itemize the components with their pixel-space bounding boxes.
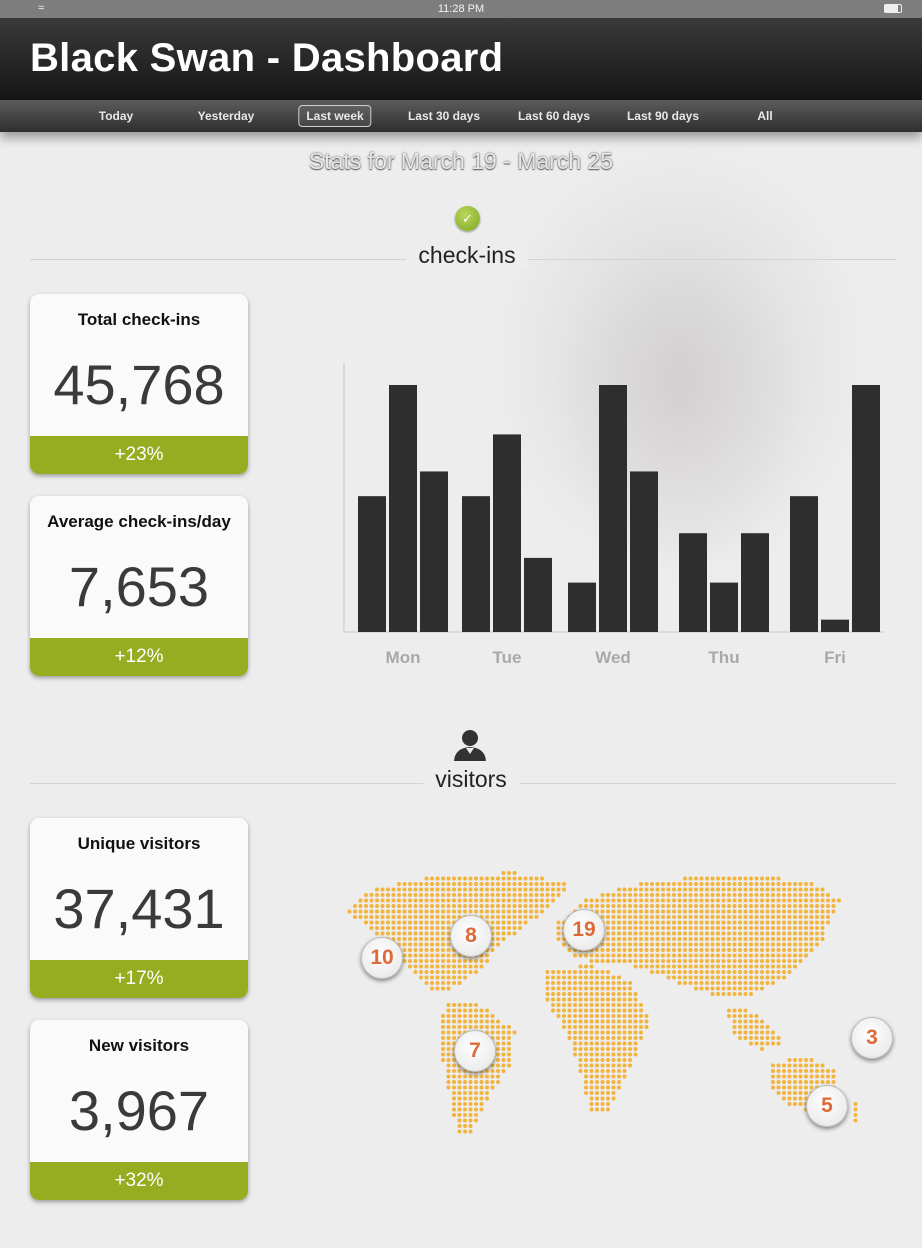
map-pin-australia[interactable]: 5: [806, 1085, 848, 1127]
x-tick-label: Thu: [708, 648, 739, 667]
visitors-section-label: visitors: [423, 766, 519, 793]
date-range-title: Stats for March 19 - March 25: [308, 148, 614, 174]
card-value: 37,431: [53, 877, 225, 940]
map-pin-north-america-east[interactable]: 8: [450, 915, 492, 957]
map-pin-europe[interactable]: 19: [563, 909, 605, 951]
card-change: +32%: [30, 1162, 248, 1200]
header: Black Swan - Dashboard: [0, 18, 922, 102]
status-time: 11:28 PM: [437, 3, 485, 15]
chart-bar: [524, 557, 552, 632]
chart-bar: [630, 471, 658, 632]
chart-bar: [710, 582, 738, 632]
tab-last-week[interactable]: Last week: [298, 105, 372, 127]
chart-bar: [790, 496, 818, 632]
chart-bar: [420, 471, 448, 632]
chart-bar: [389, 385, 417, 632]
x-tick-label: Fri: [824, 648, 846, 667]
card-change: +17%: [30, 960, 248, 998]
wifi-icon: ≈: [38, 2, 45, 14]
card-change: +12%: [30, 638, 248, 676]
card-value: 45,768: [53, 353, 225, 416]
chart-bar: [493, 434, 521, 632]
map-pin-south-america[interactable]: 7: [454, 1030, 496, 1072]
card-change: +23%: [30, 436, 248, 474]
unique-visitors-card: Unique visitors 37,431 +17%: [30, 818, 248, 998]
date-range-nav: Today Yesterday Last week Last 30 days L…: [0, 100, 922, 132]
map-dots: [347, 871, 858, 1134]
tab-today[interactable]: Today: [91, 105, 141, 127]
person-icon: [454, 730, 486, 761]
card-label: Average check-ins/day: [47, 512, 231, 531]
x-tick-label: Wed: [595, 648, 631, 667]
status-bar: ≈ 11:28 PM: [0, 0, 922, 18]
page-title: Black Swan - Dashboard: [30, 36, 504, 80]
chart-bar: [568, 582, 596, 632]
new-visitors-card: New visitors 3,967 +32%: [30, 1020, 248, 1200]
chart-bar: [852, 385, 880, 632]
chart-bar: [679, 533, 707, 632]
chart-bar: [599, 385, 627, 632]
x-tick-label: Mon: [386, 648, 421, 667]
card-value: 7,653: [68, 555, 210, 618]
card-value: 3,967: [68, 1079, 210, 1142]
x-tick-label: Tue: [493, 648, 522, 667]
card-label: New visitors: [88, 1036, 190, 1055]
chart-bar: [462, 496, 490, 632]
chart-bar: [821, 619, 849, 632]
check-icon: ✓: [455, 206, 480, 231]
checkins-bar-chart: Mon Tue Wed Thu Fri: [343, 363, 885, 667]
tab-last-60-days[interactable]: Last 60 days: [510, 105, 598, 127]
checkins-section-label: check-ins: [406, 242, 528, 269]
tab-last-90-days[interactable]: Last 90 days: [619, 105, 707, 127]
battery-icon: [884, 4, 902, 13]
tab-last-30-days[interactable]: Last 30 days: [400, 105, 488, 127]
average-checkins-card: Average check-ins/day 7,653 +12%: [30, 496, 248, 676]
total-checkins-card: Total check-ins 45,768 +23%: [30, 294, 248, 474]
map-pin-north-america-west[interactable]: 10: [361, 937, 403, 979]
card-label: Unique visitors: [77, 834, 201, 853]
tab-yesterday[interactable]: Yesterday: [190, 105, 263, 127]
map-pin-new-zealand[interactable]: 3: [851, 1017, 893, 1059]
chart-bar: [741, 533, 769, 632]
tab-all[interactable]: All: [749, 105, 780, 127]
card-label: Total check-ins: [77, 310, 201, 329]
chart-bar: [358, 496, 386, 632]
